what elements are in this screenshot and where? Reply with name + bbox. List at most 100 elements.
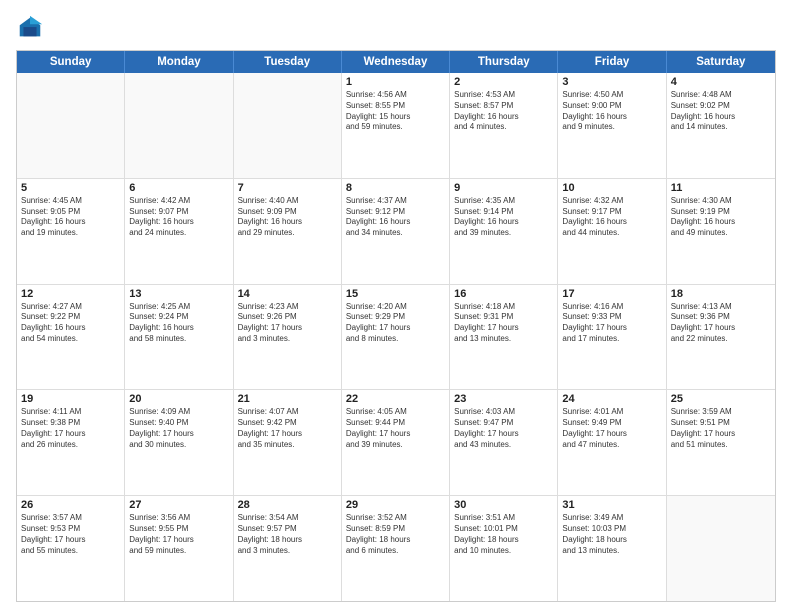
day-info: Sunrise: 4:27 AM Sunset: 9:22 PM Dayligh…	[21, 302, 120, 345]
calendar-cell: 11 Sunrise: 4:30 AM Sunset: 9:19 PM Dayli…	[667, 179, 775, 284]
day-info: Sunrise: 4:09 AM Sunset: 9:40 PM Dayligh…	[129, 407, 228, 450]
cal-header-day: Monday	[125, 51, 233, 73]
cal-header-day: Saturday	[667, 51, 775, 73]
day-number: 2	[454, 76, 553, 88]
day-number: 27	[129, 499, 228, 511]
calendar-cell: 7Sunrise: 4:40 AM Sunset: 9:09 PM Daylig…	[234, 179, 342, 284]
day-number: 23	[454, 393, 553, 405]
day-number: 13	[129, 288, 228, 300]
day-info: Sunrise: 3:51 AM Sunset: 10:01 PM Daylig…	[454, 513, 553, 556]
calendar-row: 19 Sunrise: 4:11 AM Sunset: 9:38 PM Dayli…	[17, 389, 775, 495]
day-info: Sunrise: 4:03 AM Sunset: 9:47 PM Dayligh…	[454, 407, 553, 450]
day-info: Sunrise: 4:01 AM Sunset: 9:49 PM Dayligh…	[562, 407, 661, 450]
calendar-cell: 22Sunrise: 4:05 AM Sunset: 9:44 PM Dayli…	[342, 390, 450, 495]
calendar-cell: 4 Sunrise: 4:48 AM Sunset: 9:02 PM Daylig…	[667, 73, 775, 178]
calendar-cell: 29 Sunrise: 3:52 AM Sunset: 8:59 PM Dayli…	[342, 496, 450, 601]
day-info: Sunrise: 3:59 AM Sunset: 9:51 PM Dayligh…	[671, 407, 771, 450]
calendar-cell: 15 Sunrise: 4:20 AM Sunset: 9:29 PM Dayli…	[342, 285, 450, 390]
day-info: Sunrise: 4:35 AM Sunset: 9:14 PM Dayligh…	[454, 196, 553, 239]
day-number: 21	[238, 393, 337, 405]
day-number: 9	[454, 182, 553, 194]
day-number: 11	[671, 182, 771, 194]
calendar-cell: 9 Sunrise: 4:35 AM Sunset: 9:14 PM Daylig…	[450, 179, 558, 284]
day-info: Sunrise: 4:30 AM Sunset: 9:19 PM Dayligh…	[671, 196, 771, 239]
calendar-row: 5 Sunrise: 4:45 AM Sunset: 9:05 PM Daylig…	[17, 178, 775, 284]
calendar-cell	[17, 73, 125, 178]
day-number: 30	[454, 499, 553, 511]
day-info: Sunrise: 4:45 AM Sunset: 9:05 PM Dayligh…	[21, 196, 120, 239]
calendar-body: 1 Sunrise: 4:56 AM Sunset: 8:55 PM Daylig…	[17, 73, 775, 601]
calendar-cell: 24 Sunrise: 4:01 AM Sunset: 9:49 PM Dayli…	[558, 390, 666, 495]
calendar-cell: 26 Sunrise: 3:57 AM Sunset: 9:53 PM Dayli…	[17, 496, 125, 601]
day-number: 26	[21, 499, 120, 511]
day-info: Sunrise: 3:52 AM Sunset: 8:59 PM Dayligh…	[346, 513, 445, 556]
day-number: 24	[562, 393, 661, 405]
day-info: Sunrise: 4:05 AM Sunset: 9:44 PM Dayligh…	[346, 407, 445, 450]
day-number: 14	[238, 288, 337, 300]
day-number: 12	[21, 288, 120, 300]
day-number: 28	[238, 499, 337, 511]
day-info: Sunrise: 3:57 AM Sunset: 9:53 PM Dayligh…	[21, 513, 120, 556]
calendar-cell	[667, 496, 775, 601]
calendar-cell: 1 Sunrise: 4:56 AM Sunset: 8:55 PM Daylig…	[342, 73, 450, 178]
day-info: Sunrise: 3:54 AM Sunset: 9:57 PM Dayligh…	[238, 513, 337, 556]
calendar-cell: 2 Sunrise: 4:53 AM Sunset: 8:57 PM Daylig…	[450, 73, 558, 178]
day-info: Sunrise: 4:50 AM Sunset: 9:00 PM Dayligh…	[562, 90, 661, 133]
day-info: Sunrise: 4:13 AM Sunset: 9:36 PM Dayligh…	[671, 302, 771, 345]
day-number: 4	[671, 76, 771, 88]
day-number: 20	[129, 393, 228, 405]
day-info: Sunrise: 4:20 AM Sunset: 9:29 PM Dayligh…	[346, 302, 445, 345]
day-number: 5	[21, 182, 120, 194]
day-info: Sunrise: 4:25 AM Sunset: 9:24 PM Dayligh…	[129, 302, 228, 345]
calendar-cell: 21Sunrise: 4:07 AM Sunset: 9:42 PM Dayli…	[234, 390, 342, 495]
day-info: Sunrise: 4:37 AM Sunset: 9:12 PM Dayligh…	[346, 196, 445, 239]
calendar-cell: 31 Sunrise: 3:49 AM Sunset: 10:03 PM Dayl…	[558, 496, 666, 601]
day-number: 19	[21, 393, 120, 405]
calendar-cell: 20 Sunrise: 4:09 AM Sunset: 9:40 PM Dayli…	[125, 390, 233, 495]
day-number: 31	[562, 499, 661, 511]
header	[16, 14, 776, 42]
day-info: Sunrise: 3:56 AM Sunset: 9:55 PM Dayligh…	[129, 513, 228, 556]
logo-icon	[16, 14, 44, 42]
day-info: Sunrise: 4:53 AM Sunset: 8:57 PM Dayligh…	[454, 90, 553, 133]
calendar-cell: 3 Sunrise: 4:50 AM Sunset: 9:00 PM Daylig…	[558, 73, 666, 178]
day-number: 29	[346, 499, 445, 511]
calendar-row: 1 Sunrise: 4:56 AM Sunset: 8:55 PM Daylig…	[17, 73, 775, 178]
calendar-cell: 14 Sunrise: 4:23 AM Sunset: 9:26 PM Dayli…	[234, 285, 342, 390]
calendar-header: SundayMondayTuesdayWednesdayThursdayFrid…	[17, 51, 775, 73]
day-info: Sunrise: 4:16 AM Sunset: 9:33 PM Dayligh…	[562, 302, 661, 345]
day-number: 6	[129, 182, 228, 194]
day-info: Sunrise: 4:42 AM Sunset: 9:07 PM Dayligh…	[129, 196, 228, 239]
calendar-cell: 25Sunrise: 3:59 AM Sunset: 9:51 PM Dayli…	[667, 390, 775, 495]
calendar-cell: 6 Sunrise: 4:42 AM Sunset: 9:07 PM Daylig…	[125, 179, 233, 284]
day-number: 1	[346, 76, 445, 88]
day-info: Sunrise: 4:23 AM Sunset: 9:26 PM Dayligh…	[238, 302, 337, 345]
day-number: 17	[562, 288, 661, 300]
calendar-cell: 28 Sunrise: 3:54 AM Sunset: 9:57 PM Dayli…	[234, 496, 342, 601]
day-number: 10	[562, 182, 661, 194]
page: SundayMondayTuesdayWednesdayThursdayFrid…	[0, 0, 792, 612]
calendar-cell: 12 Sunrise: 4:27 AM Sunset: 9:22 PM Dayli…	[17, 285, 125, 390]
calendar-row: 26 Sunrise: 3:57 AM Sunset: 9:53 PM Dayli…	[17, 495, 775, 601]
day-number: 15	[346, 288, 445, 300]
calendar-cell: 16 Sunrise: 4:18 AM Sunset: 9:31 PM Dayli…	[450, 285, 558, 390]
day-number: 3	[562, 76, 661, 88]
day-info: Sunrise: 4:40 AM Sunset: 9:09 PM Dayligh…	[238, 196, 337, 239]
calendar-cell: 18Sunrise: 4:13 AM Sunset: 9:36 PM Dayli…	[667, 285, 775, 390]
cal-header-day: Wednesday	[342, 51, 450, 73]
calendar-cell: 19 Sunrise: 4:11 AM Sunset: 9:38 PM Dayli…	[17, 390, 125, 495]
calendar-cell	[125, 73, 233, 178]
calendar-cell: 30 Sunrise: 3:51 AM Sunset: 10:01 PM Dayl…	[450, 496, 558, 601]
calendar-cell: 8 Sunrise: 4:37 AM Sunset: 9:12 PM Daylig…	[342, 179, 450, 284]
calendar-cell: 17 Sunrise: 4:16 AM Sunset: 9:33 PM Dayli…	[558, 285, 666, 390]
cal-header-day: Sunday	[17, 51, 125, 73]
day-info: Sunrise: 4:56 AM Sunset: 8:55 PM Dayligh…	[346, 90, 445, 133]
day-info: Sunrise: 4:48 AM Sunset: 9:02 PM Dayligh…	[671, 90, 771, 133]
calendar-cell: 5 Sunrise: 4:45 AM Sunset: 9:05 PM Daylig…	[17, 179, 125, 284]
day-info: Sunrise: 3:49 AM Sunset: 10:03 PM Daylig…	[562, 513, 661, 556]
day-info: Sunrise: 4:18 AM Sunset: 9:31 PM Dayligh…	[454, 302, 553, 345]
day-number: 16	[454, 288, 553, 300]
logo	[16, 14, 48, 42]
day-number: 8	[346, 182, 445, 194]
day-info: Sunrise: 4:11 AM Sunset: 9:38 PM Dayligh…	[21, 407, 120, 450]
